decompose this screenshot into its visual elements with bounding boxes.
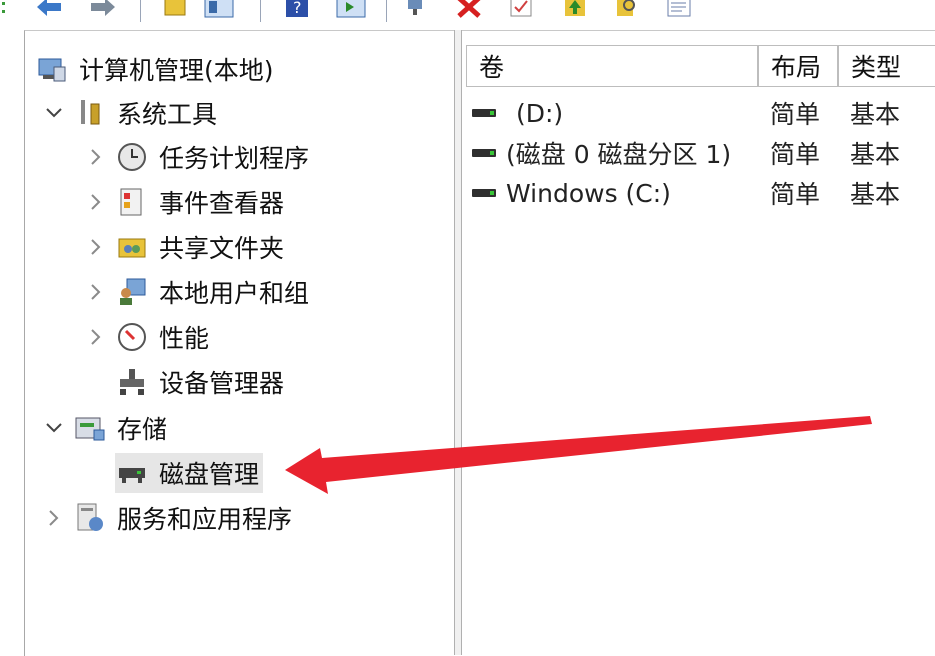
tree-item-label: 任务计划程序 bbox=[159, 144, 310, 173]
tree-item-storage[interactable]: 存储 bbox=[43, 408, 167, 448]
chevron-right-icon[interactable] bbox=[43, 507, 65, 529]
chevron-right-icon[interactable] bbox=[85, 326, 107, 348]
toolbar-grip bbox=[2, 2, 6, 24]
find-icon[interactable] bbox=[612, 0, 642, 22]
volume-list: 卷 布局 类型 (D:) 简单 基本 (磁盘 0 磁盘分区 1) 简单 基本 W… bbox=[462, 30, 935, 656]
toolbar-separator bbox=[386, 0, 387, 22]
tree-item-device-manager[interactable]: 设备管理器 bbox=[115, 362, 284, 402]
tree-item-computer-management[interactable]: 计算机管理(本地) bbox=[35, 49, 274, 89]
volume-cell: (D:) bbox=[472, 93, 563, 133]
tree-item-label: 设备管理器 bbox=[159, 369, 285, 398]
column-header-layout[interactable]: 布局 bbox=[758, 45, 838, 87]
properties-icon[interactable] bbox=[506, 0, 536, 22]
import-icon[interactable] bbox=[560, 0, 590, 22]
volume-cell: Windows (C:) bbox=[472, 173, 671, 213]
forward-icon[interactable] bbox=[88, 0, 118, 22]
tree-item-services-applications[interactable]: 服务和应用程序 bbox=[43, 498, 292, 538]
volume-cell: (磁盘 0 磁盘分区 1) bbox=[472, 133, 731, 173]
help-icon[interactable]: ? bbox=[282, 0, 312, 22]
tree-item-local-users[interactable]: 本地用户和组 bbox=[85, 272, 309, 312]
tree-item-label: 计算机管理(本地) bbox=[79, 56, 274, 85]
layout-cell: 简单 bbox=[770, 100, 821, 129]
tree-item-performance[interactable]: 性能 bbox=[85, 317, 209, 357]
services-applications-icon bbox=[73, 501, 107, 535]
panel-splitter[interactable] bbox=[454, 30, 462, 655]
system-tools-icon bbox=[73, 96, 107, 130]
tree-item-label: 性能 bbox=[159, 324, 210, 353]
tree-item-event-viewer[interactable]: 事件查看器 bbox=[85, 182, 284, 222]
volume-name: (磁盘 0 磁盘分区 1) bbox=[506, 140, 732, 169]
chevron-right-icon[interactable] bbox=[85, 146, 107, 168]
show-hide-tree-icon[interactable] bbox=[204, 0, 234, 22]
type-cell: 基本 bbox=[850, 100, 901, 129]
table-row[interactable]: Windows (C:) 简单 基本 bbox=[462, 173, 935, 213]
layout-cell: 简单 bbox=[770, 140, 821, 169]
delete-icon[interactable] bbox=[454, 0, 484, 22]
local-users-icon bbox=[115, 275, 149, 309]
layout-cell: 简单 bbox=[770, 180, 821, 209]
event-viewer-icon bbox=[115, 185, 149, 219]
shared-folders-icon bbox=[115, 230, 149, 264]
task-scheduler-icon bbox=[115, 140, 149, 174]
performance-icon bbox=[115, 320, 149, 354]
column-header-volume[interactable]: 卷 bbox=[466, 45, 758, 87]
type-cell: 基本 bbox=[850, 180, 901, 209]
chevron-right-icon[interactable] bbox=[85, 236, 107, 258]
connect-icon[interactable] bbox=[402, 0, 432, 22]
toolbar: ? bbox=[0, 0, 935, 30]
tree-item-system-tools[interactable]: 系统工具 bbox=[43, 93, 217, 133]
tree-item-label: 事件查看器 bbox=[159, 189, 285, 218]
chevron-right-icon[interactable] bbox=[85, 281, 107, 303]
tree-item-label: 共享文件夹 bbox=[159, 234, 285, 263]
computer-management-icon bbox=[35, 52, 69, 86]
volume-name: Windows (C:) bbox=[506, 178, 671, 208]
chevron-down-icon[interactable] bbox=[43, 102, 65, 124]
export-icon[interactable] bbox=[664, 0, 694, 22]
disk-management-icon bbox=[115, 456, 149, 490]
drive-icon bbox=[472, 109, 496, 117]
chevron-down-icon[interactable] bbox=[43, 417, 65, 439]
type-cell: 基本 bbox=[850, 140, 901, 169]
tree-item-shared-folders[interactable]: 共享文件夹 bbox=[85, 227, 284, 267]
show-hide-action-icon[interactable] bbox=[336, 0, 366, 22]
tree-item-task-scheduler[interactable]: 任务计划程序 bbox=[85, 137, 309, 177]
back-icon[interactable] bbox=[34, 0, 64, 22]
device-manager-icon bbox=[115, 365, 149, 399]
tree-item-label: 本地用户和组 bbox=[159, 279, 310, 308]
volume-name: (D:) bbox=[516, 98, 564, 128]
tree-item-disk-management[interactable]: 磁盘管理 bbox=[115, 453, 264, 493]
tree-item-label: 磁盘管理 bbox=[159, 460, 260, 489]
tree-item-label: 存储 bbox=[117, 415, 168, 444]
table-row[interactable]: (D:) 简单 基本 bbox=[462, 93, 935, 133]
column-header-type[interactable]: 类型 bbox=[838, 45, 935, 87]
table-row[interactable]: (磁盘 0 磁盘分区 1) 简单 基本 bbox=[462, 133, 935, 173]
toolbar-separator bbox=[260, 0, 261, 22]
navigation-tree: 计算机管理(本地) 系统工具 任务计划程序 事件查看器 共享文件夹 本地用户和组… bbox=[24, 30, 455, 656]
tree-item-label: 系统工具 bbox=[117, 100, 218, 129]
toolbar-separator bbox=[140, 0, 141, 22]
drive-icon bbox=[472, 189, 496, 197]
chevron-right-icon[interactable] bbox=[85, 191, 107, 213]
up-folder-icon[interactable] bbox=[160, 0, 190, 22]
drive-icon bbox=[472, 149, 496, 157]
svg-text:?: ? bbox=[293, 0, 302, 17]
storage-icon bbox=[73, 411, 107, 445]
tree-item-label: 服务和应用程序 bbox=[117, 505, 293, 534]
